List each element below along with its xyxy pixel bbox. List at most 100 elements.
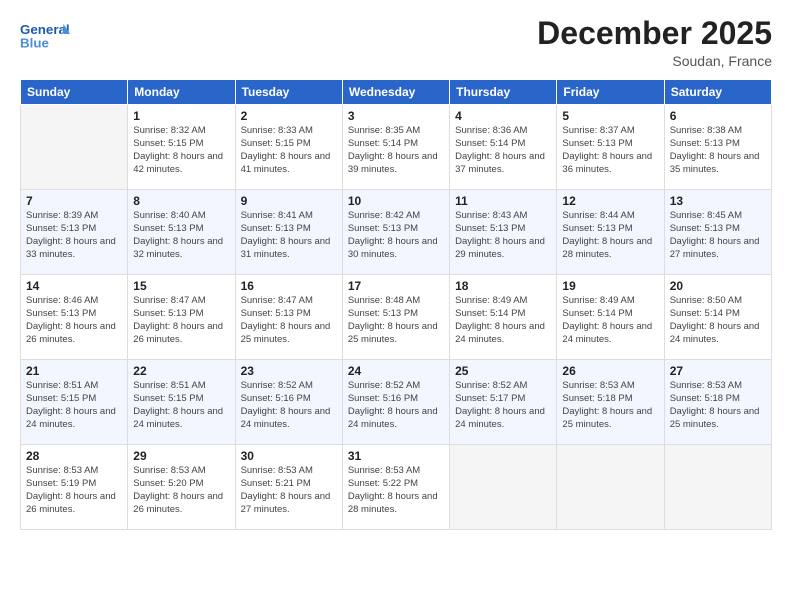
day-info: Sunrise: 8:37 AMSunset: 5:13 PMDaylight:…: [562, 125, 658, 176]
calendar-cell: 21Sunrise: 8:51 AMSunset: 5:15 PMDayligh…: [21, 360, 128, 445]
calendar-cell: 27 Sunrise: 8:53 AMSunset: 5:18 PMDayligh…: [664, 360, 771, 445]
calendar-week-4: 28 Sunrise: 8:53 AMSunset: 5:19 PMDayligh…: [21, 445, 772, 530]
day-info: Sunrise: 8:53 AMSunset: 5:18 PMDaylight:…: [670, 380, 766, 431]
day-number: 29: [133, 449, 229, 463]
day-info: Sunrise: 8:50 AMSunset: 5:14 PMDaylight:…: [670, 295, 766, 346]
day-info: Sunrise: 8:52 AMSunset: 5:16 PMDaylight:…: [348, 380, 444, 431]
day-info: Sunrise: 8:53 AMSunset: 5:20 PMDaylight:…: [133, 465, 229, 516]
day-number: 7: [26, 194, 122, 208]
day-number: 30: [241, 449, 337, 463]
calendar-cell: 15 Sunrise: 8:47 AMSunset: 5:13 PMDayligh…: [128, 275, 235, 360]
calendar-week-2: 14 Sunrise: 8:46 AMSunset: 5:13 PMDayligh…: [21, 275, 772, 360]
calendar-cell: 11 Sunrise: 8:43 AMSunset: 5:13 PMDayligh…: [450, 190, 557, 275]
day-info: Sunrise: 8:48 AMSunset: 5:13 PMDaylight:…: [348, 295, 444, 346]
day-info: Sunrise: 8:45 AMSunset: 5:13 PMDaylight:…: [670, 210, 766, 261]
day-info: Sunrise: 8:53 AMSunset: 5:22 PMDaylight:…: [348, 465, 444, 516]
day-number: 8: [133, 194, 229, 208]
day-info: Sunrise: 8:53 AMSunset: 5:21 PMDaylight:…: [241, 465, 337, 516]
day-number: 20: [670, 279, 766, 293]
calendar-cell: 9 Sunrise: 8:41 AMSunset: 5:13 PMDaylight…: [235, 190, 342, 275]
day-number: 16: [241, 279, 337, 293]
day-number: 28: [26, 449, 122, 463]
day-info: Sunrise: 8:53 AMSunset: 5:18 PMDaylight:…: [562, 380, 658, 431]
day-info: Sunrise: 8:46 AMSunset: 5:13 PMDaylight:…: [26, 295, 122, 346]
calendar-cell: 18Sunrise: 8:49 AMSunset: 5:14 PMDayligh…: [450, 275, 557, 360]
col-sunday: Sunday: [21, 80, 128, 105]
day-info: Sunrise: 8:41 AMSunset: 5:13 PMDaylight:…: [241, 210, 337, 261]
calendar-title: December 2025: [537, 16, 772, 51]
header: General Blue December 2025 Soudan, Franc…: [20, 16, 772, 69]
calendar-cell: 31Sunrise: 8:53 AMSunset: 5:22 PMDayligh…: [342, 445, 449, 530]
day-info: Sunrise: 8:53 AMSunset: 5:19 PMDaylight:…: [26, 465, 122, 516]
calendar-cell: 3Sunrise: 8:35 AMSunset: 5:14 PMDaylight…: [342, 105, 449, 190]
calendar-cell: 2Sunrise: 8:33 AMSunset: 5:15 PMDaylight…: [235, 105, 342, 190]
calendar-table: Sunday Monday Tuesday Wednesday Thursday…: [20, 79, 772, 530]
day-number: 13: [670, 194, 766, 208]
day-info: Sunrise: 8:49 AMSunset: 5:14 PMDaylight:…: [562, 295, 658, 346]
day-number: 3: [348, 109, 444, 123]
calendar-cell: 29 Sunrise: 8:53 AMSunset: 5:20 PMDayligh…: [128, 445, 235, 530]
col-saturday: Saturday: [664, 80, 771, 105]
calendar-cell: 14 Sunrise: 8:46 AMSunset: 5:13 PMDayligh…: [21, 275, 128, 360]
calendar-cell: 5 Sunrise: 8:37 AMSunset: 5:13 PMDaylight…: [557, 105, 664, 190]
day-number: 27: [670, 364, 766, 378]
day-info: Sunrise: 8:33 AMSunset: 5:15 PMDaylight:…: [241, 125, 337, 176]
calendar-cell: 17 Sunrise: 8:48 AMSunset: 5:13 PMDayligh…: [342, 275, 449, 360]
svg-text:Blue: Blue: [20, 35, 49, 50]
day-info: Sunrise: 8:49 AMSunset: 5:14 PMDaylight:…: [455, 295, 551, 346]
col-tuesday: Tuesday: [235, 80, 342, 105]
calendar-cell: 22 Sunrise: 8:51 AMSunset: 5:15 PMDayligh…: [128, 360, 235, 445]
calendar-cell: 19 Sunrise: 8:49 AMSunset: 5:14 PMDayligh…: [557, 275, 664, 360]
calendar-cell: 23 Sunrise: 8:52 AMSunset: 5:16 PMDayligh…: [235, 360, 342, 445]
day-number: 19: [562, 279, 658, 293]
day-info: Sunrise: 8:44 AMSunset: 5:13 PMDaylight:…: [562, 210, 658, 261]
day-number: 22: [133, 364, 229, 378]
calendar-subtitle: Soudan, France: [537, 53, 772, 69]
day-info: Sunrise: 8:47 AMSunset: 5:13 PMDaylight:…: [241, 295, 337, 346]
logo: General Blue: [20, 16, 70, 56]
day-number: 23: [241, 364, 337, 378]
day-number: 25: [455, 364, 551, 378]
day-info: Sunrise: 8:51 AMSunset: 5:15 PMDaylight:…: [133, 380, 229, 431]
calendar-cell: [557, 445, 664, 530]
col-friday: Friday: [557, 80, 664, 105]
calendar-cell: 25Sunrise: 8:52 AMSunset: 5:17 PMDayligh…: [450, 360, 557, 445]
day-number: 15: [133, 279, 229, 293]
day-number: 17: [348, 279, 444, 293]
day-number: 10: [348, 194, 444, 208]
day-info: Sunrise: 8:36 AMSunset: 5:14 PMDaylight:…: [455, 125, 551, 176]
calendar-cell: 28 Sunrise: 8:53 AMSunset: 5:19 PMDayligh…: [21, 445, 128, 530]
day-info: Sunrise: 8:32 AMSunset: 5:15 PMDaylight:…: [133, 125, 229, 176]
calendar-cell: 4 Sunrise: 8:36 AMSunset: 5:14 PMDaylight…: [450, 105, 557, 190]
calendar-week-0: 1 Sunrise: 8:32 AMSunset: 5:15 PMDaylight…: [21, 105, 772, 190]
calendar-week-3: 21 Sunrise: 8:51 AMSunset: 5:15 PMDayligh…: [21, 360, 772, 445]
calendar-cell: [664, 445, 771, 530]
day-number: 6: [670, 109, 766, 123]
calendar-cell: 12 Sunrise: 8:44 AMSunset: 5:13 PMDayligh…: [557, 190, 664, 275]
day-number: 5: [562, 109, 658, 123]
day-number: 12: [562, 194, 658, 208]
calendar-cell: 13 Sunrise: 8:45 AMSunset: 5:13 PMDayligh…: [664, 190, 771, 275]
day-number: 1: [133, 109, 229, 123]
day-info: Sunrise: 8:40 AMSunset: 5:13 PMDaylight:…: [133, 210, 229, 261]
calendar-cell: 6Sunrise: 8:38 AMSunset: 5:13 PMDaylight…: [664, 105, 771, 190]
calendar-cell: 30 Sunrise: 8:53 AMSunset: 5:21 PMDayligh…: [235, 445, 342, 530]
header-row: Sunday Monday Tuesday Wednesday Thursday…: [21, 80, 772, 105]
day-info: Sunrise: 8:47 AMSunset: 5:13 PMDaylight:…: [133, 295, 229, 346]
calendar-container: General Blue December 2025 Soudan, Franc…: [0, 0, 792, 612]
day-info: Sunrise: 8:39 AMSunset: 5:13 PMDaylight:…: [26, 210, 122, 261]
calendar-week-1: 7 Sunrise: 8:39 AMSunset: 5:13 PMDaylight…: [21, 190, 772, 275]
day-info: Sunrise: 8:52 AMSunset: 5:16 PMDaylight:…: [241, 380, 337, 431]
calendar-cell: 26Sunrise: 8:53 AMSunset: 5:18 PMDayligh…: [557, 360, 664, 445]
day-number: 21: [26, 364, 122, 378]
logo-icon: General Blue: [20, 16, 70, 56]
calendar-cell: 8 Sunrise: 8:40 AMSunset: 5:13 PMDaylight…: [128, 190, 235, 275]
day-number: 24: [348, 364, 444, 378]
day-number: 9: [241, 194, 337, 208]
day-number: 14: [26, 279, 122, 293]
day-info: Sunrise: 8:43 AMSunset: 5:13 PMDaylight:…: [455, 210, 551, 261]
calendar-cell: 1 Sunrise: 8:32 AMSunset: 5:15 PMDaylight…: [128, 105, 235, 190]
day-number: 4: [455, 109, 551, 123]
title-area: December 2025 Soudan, France: [537, 16, 772, 69]
day-number: 11: [455, 194, 551, 208]
